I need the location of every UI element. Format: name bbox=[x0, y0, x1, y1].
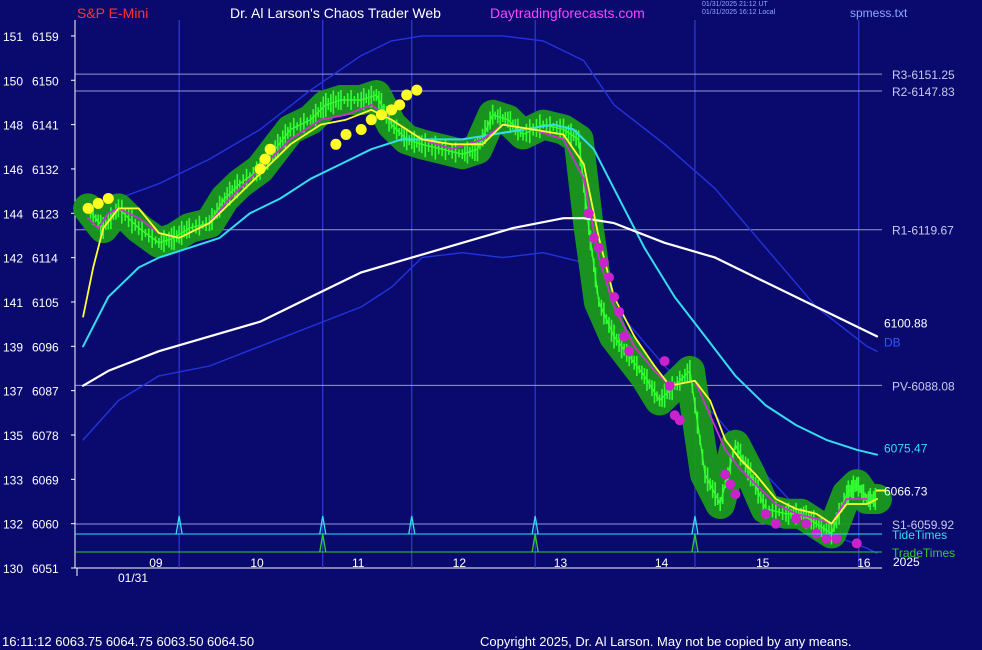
x-tick-label: 10 bbox=[250, 556, 264, 570]
y-tick-left-label: 148 bbox=[3, 119, 23, 133]
y-tick-left-label: 130 bbox=[3, 562, 23, 576]
y-tick-right-label: 6051 bbox=[32, 562, 59, 576]
magenta-marker bbox=[619, 331, 630, 342]
level-label-r1: R1-6119.67 bbox=[892, 224, 954, 238]
x-tick-label: 13 bbox=[554, 556, 568, 570]
x-tick-label: 14 bbox=[655, 556, 669, 570]
magenta-marker bbox=[801, 518, 812, 529]
tradetimes-label: TradeTimes bbox=[892, 546, 955, 560]
magenta-marker bbox=[614, 306, 625, 317]
magenta-marker bbox=[664, 380, 675, 391]
yellow-marker bbox=[102, 193, 114, 205]
y-tick-right-label: 6096 bbox=[32, 340, 59, 354]
y-tick-right-label: 6141 bbox=[32, 119, 59, 133]
y-tick-right-label: 6159 bbox=[32, 30, 59, 44]
magenta-marker bbox=[851, 538, 862, 549]
yellow-marker bbox=[254, 163, 266, 175]
magenta-marker bbox=[821, 533, 832, 544]
magenta-marker bbox=[659, 356, 670, 367]
y-tick-right-label: 6105 bbox=[32, 296, 59, 310]
end-label-ema-cyan: 6075.47 bbox=[884, 441, 928, 455]
timestamp-utc: 01/31/2025 21:12 UT bbox=[702, 1, 768, 8]
y-tick-left-label: 133 bbox=[3, 473, 23, 487]
y-tick-left-label: 146 bbox=[3, 163, 23, 177]
timestamp-local: 01/31/2025 16:12 Local bbox=[702, 9, 776, 16]
yellow-marker bbox=[411, 84, 423, 96]
yellow-marker bbox=[82, 202, 94, 214]
magenta-marker bbox=[674, 415, 685, 426]
end-label-envelope: DB bbox=[884, 335, 901, 349]
y-tick-left-label: 141 bbox=[3, 296, 23, 310]
y-tick-left-label: 144 bbox=[3, 207, 23, 221]
magenta-marker bbox=[770, 518, 781, 529]
magenta-marker bbox=[725, 479, 736, 490]
magenta-marker bbox=[730, 489, 741, 500]
y-tick-right-label: 6132 bbox=[32, 163, 59, 177]
yellow-marker bbox=[365, 114, 377, 126]
y-tick-left-label: 150 bbox=[3, 74, 23, 88]
x-tick-label: 16 bbox=[857, 556, 871, 570]
x-tick-label: 09 bbox=[149, 556, 163, 570]
y-tick-right-label: 6060 bbox=[32, 518, 59, 532]
y-tick-left-label: 142 bbox=[3, 252, 23, 266]
magenta-marker bbox=[598, 257, 609, 268]
end-label-slow-avg: 6100.88 bbox=[884, 316, 928, 330]
yellow-marker bbox=[330, 138, 342, 150]
yellow-marker bbox=[340, 128, 352, 140]
x-tick-label: 15 bbox=[756, 556, 770, 570]
website-link[interactable]: Daytradingforecasts.com bbox=[490, 5, 645, 21]
yellow-marker bbox=[394, 99, 406, 111]
y-tick-left-label: 137 bbox=[3, 385, 23, 399]
yellow-marker bbox=[259, 153, 271, 165]
chart: R3-6151.25 R2-6147.83 R1-6119.67 PV-6088.08… bbox=[3, 20, 955, 585]
yellow-marker bbox=[375, 109, 387, 121]
y-tick-right-label: 6087 bbox=[32, 385, 59, 399]
y-tick-left-label: 132 bbox=[3, 518, 23, 532]
y-tick-left-label: 135 bbox=[3, 429, 23, 443]
copyright-notice: Copyright 2025, Dr. Al Larson. May not b… bbox=[480, 634, 852, 649]
y-tick-right-label: 6114 bbox=[32, 252, 58, 266]
file-label: spmess.txt bbox=[850, 6, 908, 20]
envelope-upper-line bbox=[82, 35, 878, 352]
x-tick-label: 11 bbox=[352, 556, 365, 570]
quote-readout: 16:11:12 6063.75 6064.75 6063.50 6064.50 bbox=[2, 634, 255, 649]
yellow-marker bbox=[401, 89, 413, 101]
magenta-marker bbox=[791, 513, 802, 524]
magenta-marker bbox=[831, 533, 842, 544]
chart-title: Dr. Al Larson's Chaos Trader Web bbox=[230, 5, 441, 21]
level-label-pv: PV-6088.08 bbox=[892, 379, 955, 393]
magenta-marker bbox=[760, 508, 771, 519]
y-tick-left-label: 139 bbox=[3, 340, 23, 354]
magenta-marker bbox=[624, 346, 635, 357]
y-tick-left-label: 151 bbox=[3, 30, 23, 44]
end-label-fast-avg: 6066.73 bbox=[884, 485, 928, 499]
date-label: 01/31 bbox=[118, 571, 148, 585]
yellow-marker bbox=[264, 143, 276, 155]
y-tick-right-label: 6123 bbox=[32, 207, 59, 221]
magenta-marker bbox=[583, 208, 594, 219]
yellow-marker bbox=[92, 197, 104, 209]
tidetimes-label: TideTimes bbox=[892, 528, 947, 542]
ema-cyan-line bbox=[82, 123, 878, 456]
y-tick-right-label: 6078 bbox=[32, 429, 59, 443]
yellow-marker bbox=[355, 124, 367, 136]
y-tick-right-label: 6069 bbox=[32, 473, 59, 487]
level-label-r3: R3-6151.25 bbox=[892, 68, 955, 82]
magenta-marker bbox=[593, 242, 604, 253]
magenta-marker bbox=[609, 292, 620, 303]
magenta-marker bbox=[588, 232, 599, 243]
symbol-label: S&P E-Mini bbox=[77, 5, 149, 21]
level-label-r2: R2-6147.83 bbox=[892, 85, 955, 99]
x-tick-label: 12 bbox=[453, 556, 467, 570]
magenta-marker bbox=[720, 469, 731, 480]
magenta-marker bbox=[603, 272, 614, 283]
y-tick-right-label: 6150 bbox=[32, 74, 59, 88]
